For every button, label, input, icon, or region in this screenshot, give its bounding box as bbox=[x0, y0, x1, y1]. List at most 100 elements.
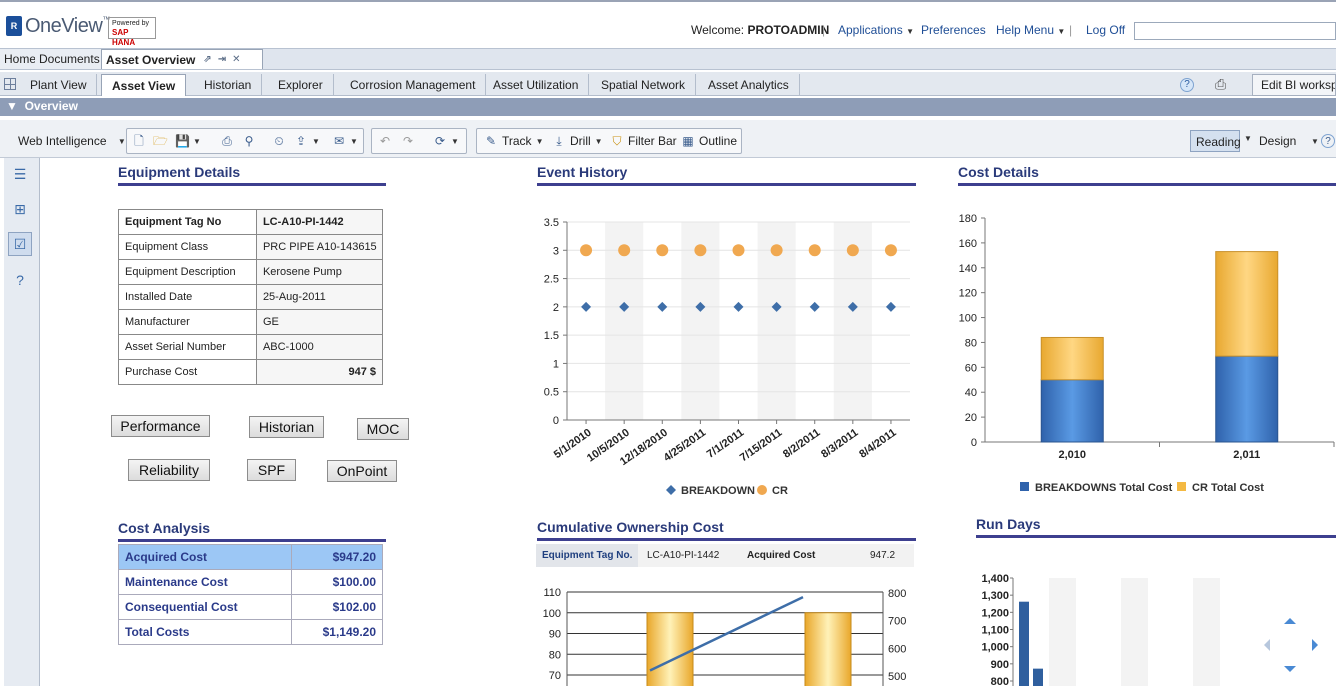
track-button[interactable]: ✎ Track ▼ bbox=[484, 134, 544, 148]
tab-corrosion-management[interactable]: Corrosion Management bbox=[340, 74, 487, 96]
tab-documents[interactable]: Documents bbox=[35, 49, 105, 69]
y-tick-label: 3.5 bbox=[544, 217, 559, 229]
tab-plant-view[interactable]: Plant View bbox=[20, 74, 98, 96]
reading-mode-button[interactable]: Reading bbox=[1190, 130, 1241, 152]
web-intelligence-menu[interactable]: Web Intelligence ▼ bbox=[18, 134, 126, 148]
find-icon[interactable]: ⚲ bbox=[242, 134, 256, 148]
x-tick-label: 2,010 bbox=[1058, 449, 1086, 461]
reading-dropdown-icon[interactable]: ▼ bbox=[1244, 134, 1252, 143]
input-controls-icon[interactable]: ☑ bbox=[8, 232, 32, 256]
legend-cr-marker bbox=[1177, 482, 1186, 491]
purchase-cost-value: 947 $ bbox=[255, 359, 384, 385]
overview-bar[interactable]: ▼ Overview bbox=[0, 98, 1336, 116]
new-document-icon[interactable]: 🗋 bbox=[132, 134, 146, 148]
help-panel-icon[interactable]: ? bbox=[8, 268, 32, 292]
y2-tick-label: 600 bbox=[888, 643, 906, 655]
applications-menu[interactable]: Applications ▼ bbox=[838, 23, 914, 37]
cumulative-tag-label: Equipment Tag No. bbox=[536, 544, 638, 567]
sap-hana-badge: Powered by SAP HANA bbox=[108, 17, 156, 47]
y-tick-label: 100 bbox=[959, 313, 977, 325]
table-row: Manufacturer GE bbox=[118, 309, 384, 335]
preferences-link[interactable]: Preferences bbox=[921, 23, 986, 37]
performance-button[interactable]: Performance bbox=[111, 415, 210, 437]
onpoint-button[interactable]: OnPoint bbox=[327, 460, 397, 482]
y-tick-label: 70 bbox=[549, 670, 561, 682]
x-tick-label: 8/2/2011 bbox=[781, 427, 822, 461]
table-row[interactable]: Total Costs $1,149.20 bbox=[118, 619, 384, 645]
help-menu[interactable]: Help Menu ▼ bbox=[996, 23, 1065, 37]
cost-details-chart: 0 20 40 60 80 100 120 140 160 180 2,010 2,011 BREAKD… bbox=[959, 213, 1335, 494]
navigation-map-icon[interactable]: ⊞ bbox=[8, 197, 32, 221]
web-intelligence-label: Web Intelligence bbox=[18, 134, 107, 148]
table-row[interactable]: Consequential Cost $102.00 bbox=[118, 594, 384, 620]
y-tick-label: 1,200 bbox=[981, 607, 1009, 619]
refresh-icon[interactable]: ⟳ ▼ bbox=[433, 134, 459, 148]
tab-asset-view[interactable]: Asset View bbox=[101, 74, 187, 96]
tab-explorer[interactable]: Explorer bbox=[268, 74, 334, 96]
reliability-button[interactable]: Reliability bbox=[128, 459, 210, 481]
y2-tick-label: 700 bbox=[888, 616, 906, 628]
y-tick-label: 180 bbox=[959, 213, 977, 225]
track-label: Track bbox=[502, 134, 532, 148]
drill-button[interactable]: ⤓ Drill ▼ bbox=[552, 134, 602, 148]
cr-point bbox=[770, 244, 783, 257]
moc-button[interactable]: MOC bbox=[357, 418, 409, 440]
print-icon[interactable]: ⎙ bbox=[1215, 76, 1226, 93]
logo-mark: R bbox=[6, 16, 22, 36]
y-tick-label: 1 bbox=[553, 358, 559, 370]
y-tick-label: 1.5 bbox=[544, 330, 559, 342]
welcome-label: Welcome: bbox=[691, 23, 748, 37]
logo-text-label: OneView bbox=[25, 14, 103, 37]
history-icon[interactable]: ⏲ bbox=[272, 134, 286, 148]
grid-icon[interactable] bbox=[4, 78, 16, 90]
y-tick-label: 1,100 bbox=[981, 625, 1009, 637]
purchase-cost-label: Purchase Cost bbox=[118, 359, 257, 385]
save-icon[interactable]: 💾 ▼ bbox=[175, 134, 201, 148]
redo-icon[interactable]: ↷ bbox=[401, 134, 415, 148]
table-row: Equipment Class PRC PIPE A10-143615 bbox=[118, 234, 384, 260]
table-row: Purchase Cost 947 $ bbox=[118, 359, 384, 385]
document-summary-icon[interactable]: ☰ bbox=[8, 162, 32, 186]
legend-cr-marker bbox=[757, 485, 767, 495]
edit-bi-workspace-button[interactable]: Edit BI workspace bbox=[1252, 74, 1336, 96]
installed-date-label: Installed Date bbox=[118, 284, 257, 310]
email-icon[interactable]: ✉ ▼ bbox=[332, 134, 358, 148]
toolbar-help-icon[interactable]: ? bbox=[1321, 134, 1335, 148]
open-folder-icon[interactable]: 🗁 bbox=[153, 134, 168, 148]
breakdown-point bbox=[885, 301, 896, 312]
log-off-link[interactable]: Log Off bbox=[1086, 23, 1125, 37]
undo-icon[interactable]: ↶ bbox=[378, 134, 392, 148]
breakdowns-bar bbox=[1040, 379, 1104, 443]
search-input[interactable] bbox=[1134, 22, 1336, 40]
y-tick-label: 0 bbox=[971, 437, 977, 449]
y-tick-label: 1,400 bbox=[981, 573, 1009, 585]
tab-asset-utilization[interactable]: Asset Utilization bbox=[483, 74, 590, 96]
y-tick-label: 800 bbox=[991, 676, 1009, 686]
cr-bar bbox=[1040, 336, 1104, 381]
y-tick-label: 110 bbox=[543, 587, 561, 599]
design-label: Design bbox=[1259, 134, 1297, 148]
outline-button[interactable]: ▦ Outline bbox=[681, 134, 737, 148]
logo-text: OneView™ bbox=[25, 15, 110, 38]
tab-historian[interactable]: Historian bbox=[194, 74, 263, 96]
x-tick-label: 7/15/2011 bbox=[738, 427, 784, 465]
table-row[interactable]: Acquired Cost $947.20 bbox=[118, 544, 384, 570]
export-icon[interactable]: ⇪ ▼ bbox=[294, 134, 320, 148]
table-row[interactable]: Maintenance Cost $100.00 bbox=[118, 569, 384, 595]
y-tick-label: 1,000 bbox=[981, 642, 1009, 654]
tab-asset-analytics[interactable]: Asset Analytics bbox=[698, 74, 800, 96]
breakdown-point bbox=[581, 301, 592, 312]
tab-spatial-network[interactable]: Spatial Network bbox=[591, 74, 697, 96]
filter-bar-button[interactable]: ⛉ Filter Bar bbox=[610, 134, 676, 148]
print-icon[interactable]: ⎙ bbox=[220, 134, 234, 148]
historian-button[interactable]: Historian bbox=[249, 416, 324, 438]
y-tick-label: 2 bbox=[553, 302, 559, 314]
design-mode-button[interactable]: Design ▼ bbox=[1259, 134, 1319, 148]
y-tick-label: 2.5 bbox=[544, 274, 559, 286]
manufacturer-value: GE bbox=[255, 309, 384, 335]
outline-icon: ▦ bbox=[682, 134, 694, 148]
help-icon[interactable]: ? bbox=[1180, 78, 1194, 92]
spf-button[interactable]: SPF bbox=[247, 459, 296, 481]
tab-asset-overview[interactable]: Asset Overview ⇗⇥✕ bbox=[101, 49, 263, 69]
tab-action-icons[interactable]: ⇗⇥✕ bbox=[203, 54, 246, 65]
